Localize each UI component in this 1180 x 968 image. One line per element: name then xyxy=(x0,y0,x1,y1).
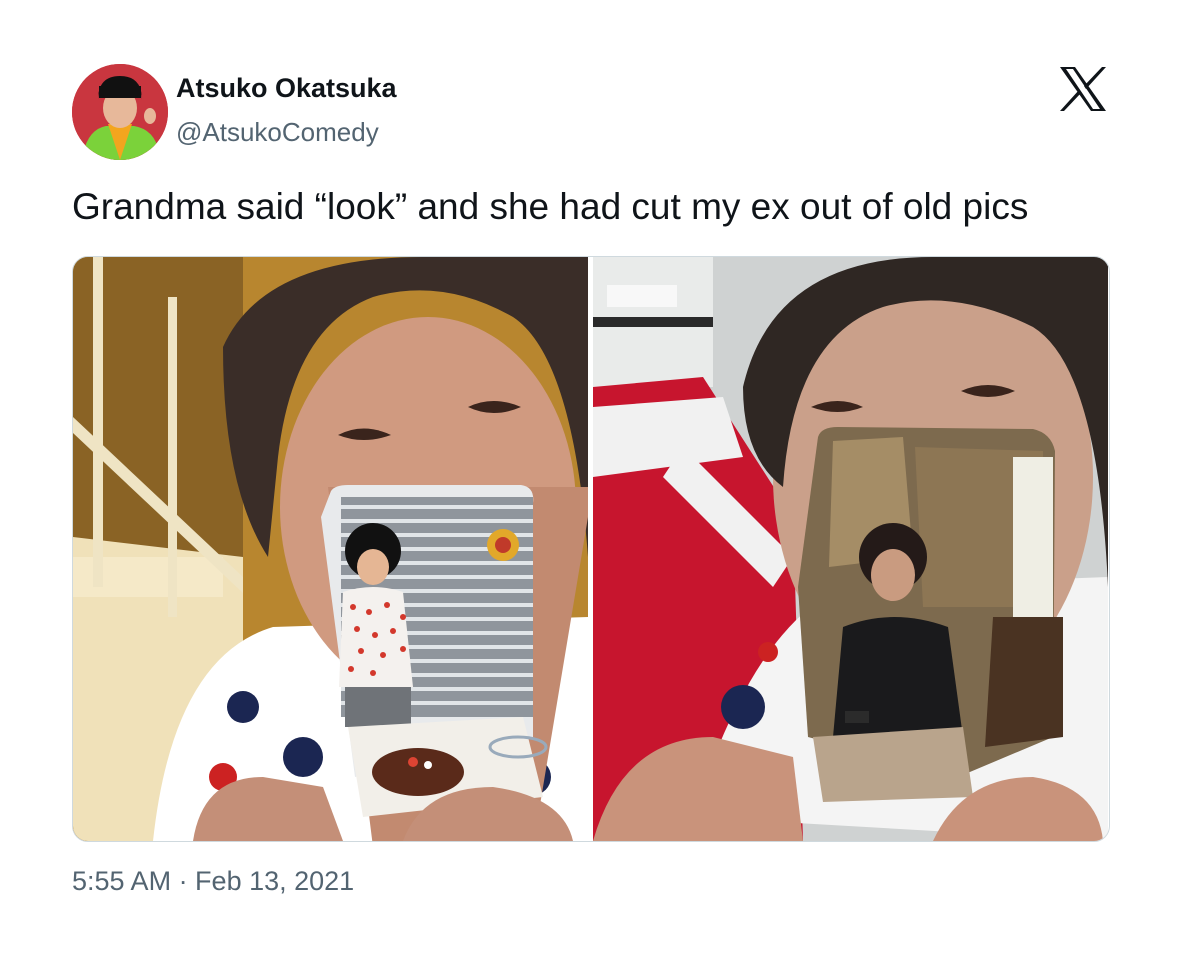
x-logo-icon[interactable] xyxy=(1058,66,1108,112)
media-grid[interactable] xyxy=(72,256,1110,842)
avatar[interactable] xyxy=(72,64,168,160)
media-photo-2[interactable] xyxy=(593,257,1108,841)
tweet-timestamp[interactable]: 5:55 AM · Feb 13, 2021 xyxy=(72,866,354,897)
tweet-text: Grandma said “look” and she had cut my e… xyxy=(72,186,1029,227)
media-photo-1[interactable] xyxy=(73,257,588,841)
author-name[interactable]: Atsuko Okatsuka xyxy=(176,73,397,104)
photo-grandma-holding-black-dress-photo-icon xyxy=(593,257,1108,841)
avatar-portrait-icon xyxy=(72,64,168,160)
photo-grandma-holding-polka-dot-photo-icon xyxy=(73,257,588,841)
author-handle[interactable]: @AtsukoComedy xyxy=(176,117,379,148)
